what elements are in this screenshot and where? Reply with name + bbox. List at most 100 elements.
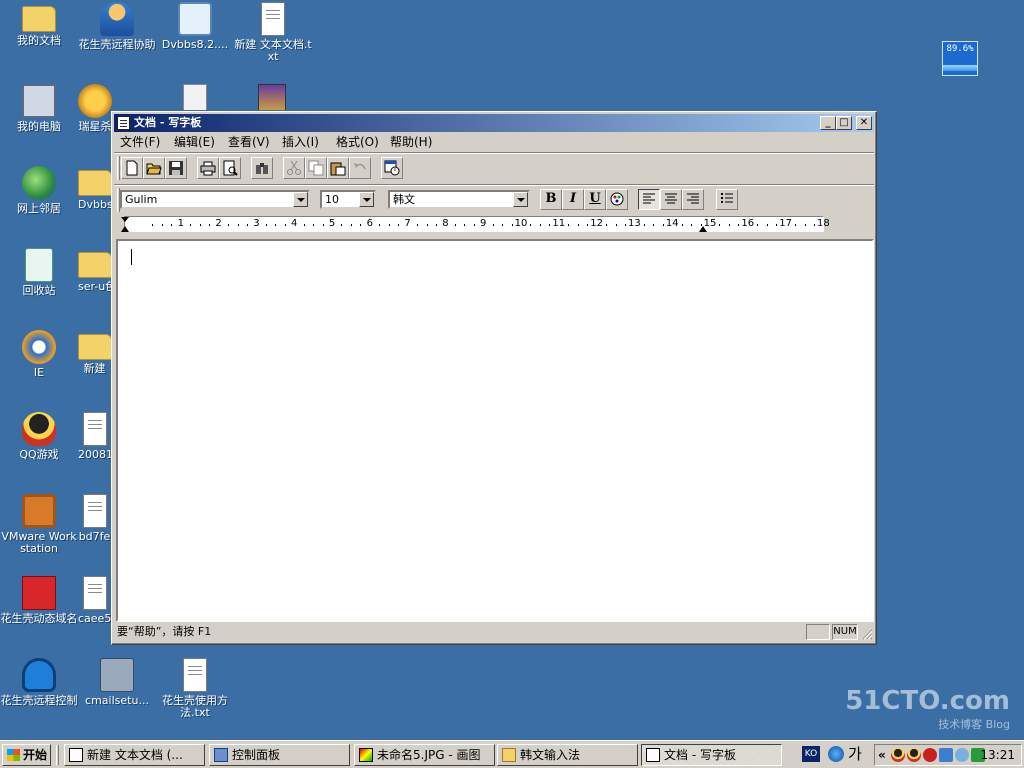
ime-indicator[interactable]: KO	[802, 746, 820, 762]
network-tray-icon[interactable]	[939, 748, 953, 762]
desktop-icon-new-folder[interactable]: 新建	[78, 330, 111, 375]
task-wordpad[interactable]: 文档 - 写字板	[641, 744, 782, 766]
desktop-icon-label: IE	[33, 366, 45, 379]
print-preview-button[interactable]	[219, 157, 241, 179]
close-button[interactable]: ✕	[856, 116, 872, 130]
desktop-icon-vmware[interactable]: VMware Workstation	[0, 494, 78, 555]
desktop-icon-my-computer[interactable]: 我的电脑	[0, 84, 78, 133]
desktop-icon-2008-file[interactable]: 20081	[78, 412, 111, 461]
desktop-icon-label: cmailsetu...	[85, 694, 149, 707]
desktop-icon-my-documents[interactable]: 我的文档	[0, 2, 78, 47]
copy-button[interactable]	[305, 157, 327, 179]
wordpad-app-icon[interactable]	[117, 116, 130, 130]
desktop-icon-ie[interactable]: IE	[0, 330, 78, 379]
chevron-down-icon[interactable]	[359, 192, 374, 207]
title-bar[interactable]: 文档 - 写字板 _ □ ✕	[114, 114, 874, 132]
menu-view[interactable]: 查看(V)	[228, 135, 270, 150]
ruler-tick	[454, 224, 456, 226]
resize-grip-icon[interactable]	[861, 628, 873, 640]
cut-button[interactable]	[283, 157, 305, 179]
tray-expand-chevron-icon[interactable]: «	[878, 745, 886, 765]
paint-icon	[359, 748, 373, 762]
ruler[interactable]: 1 2 3 4 5 6 7 8 9 10 11 12 13 14 15 16 17 18	[121, 216, 830, 232]
ruler-number: 4	[291, 218, 298, 229]
menu-edit[interactable]: 编辑(E)	[174, 135, 215, 150]
menu-help[interactable]: 帮助(H)	[390, 135, 432, 150]
font-size-select[interactable]: 10	[320, 190, 376, 209]
left-indent-icon[interactable]	[121, 226, 129, 232]
desktop-icon-recycle-bin[interactable]: 回收站	[0, 248, 78, 297]
toolbar-grip[interactable]	[117, 156, 120, 180]
task-new-text-document[interactable]: 新建 文本文档 (...	[64, 744, 205, 766]
align-left-button[interactable]	[638, 189, 660, 210]
bullets-button[interactable]	[716, 189, 738, 210]
antivirus-tray-icon[interactable]	[923, 748, 937, 762]
save-button[interactable]	[165, 157, 187, 179]
maximize-button[interactable]: □	[836, 116, 852, 130]
task-control-panel[interactable]: 控制面板	[209, 744, 350, 766]
watermark-sub: 技术博客 Blog	[938, 718, 1010, 731]
new-document-icon	[126, 160, 138, 176]
task-korean-ime-folder[interactable]: 韩文输入法	[497, 744, 638, 766]
font-name-select[interactable]: Gulim	[120, 190, 310, 209]
ime-globe-icon[interactable]	[828, 746, 844, 762]
desktop-icon-qq-games[interactable]: QQ游戏	[0, 412, 78, 461]
desktop-icon-remote-control[interactable]: 花生壳远程控制	[0, 658, 78, 707]
ruler-tick	[322, 224, 324, 226]
start-button[interactable]: 开始	[2, 744, 51, 766]
qq-tray-icon-2[interactable]	[907, 748, 921, 762]
desktop-icon-dvbbs-archive[interactable]: Dvbbs8.2....	[156, 2, 234, 51]
find-button[interactable]	[251, 157, 273, 179]
italic-button[interactable]: I	[562, 189, 584, 210]
desktop-icon-archive[interactable]	[255, 84, 289, 110]
desktop-icon-dynamic-dns[interactable]: 花生壳动态域名	[0, 576, 78, 625]
desktop-icon-rising-antivirus[interactable]: 瑞星杀	[78, 84, 112, 133]
print-button[interactable]	[197, 157, 219, 179]
desktop-icon-caee5-file[interactable]: caee5	[78, 576, 111, 625]
minimize-button[interactable]: _	[820, 116, 836, 130]
chevron-down-icon[interactable]	[513, 192, 528, 207]
menu-insert[interactable]: 插入(I)	[282, 135, 319, 150]
open-button[interactable]	[143, 157, 165, 179]
first-line-indent-icon[interactable]	[121, 217, 129, 222]
file-icon	[82, 494, 107, 528]
desktop-icon-cmail-setup[interactable]: cmailsetu...	[78, 658, 156, 707]
performance-meter-widget[interactable]: 89.6%	[942, 41, 978, 76]
color-button[interactable]	[606, 189, 628, 210]
undo-button[interactable]	[349, 157, 371, 179]
ruler-tick	[577, 224, 579, 226]
ruler-number: 18	[817, 218, 830, 229]
clock[interactable]: 13:21	[980, 745, 1015, 765]
script-select[interactable]: 韩文	[388, 190, 530, 209]
desktop-icon-image-file[interactable]	[178, 84, 212, 110]
desktop-icon-remote-assist[interactable]: 花生壳远程协助	[78, 2, 156, 51]
network-globe-icon	[22, 166, 56, 200]
ruler-tick	[246, 224, 248, 226]
menu-format[interactable]: 格式(O)	[336, 135, 379, 150]
meter-wave-graphic	[943, 65, 977, 71]
desktop-icon-network-places[interactable]: 网上邻居	[0, 166, 78, 215]
volume-tray-icon[interactable]	[955, 748, 969, 762]
underline-button[interactable]: U	[584, 189, 606, 210]
taskbar-grip[interactable]	[56, 745, 59, 765]
qq-tray-icon[interactable]	[891, 748, 905, 762]
align-right-button[interactable]	[682, 189, 704, 210]
desktop-icon-dvbbs-folder[interactable]: Dvbbs	[78, 166, 111, 211]
chevron-down-icon[interactable]	[293, 192, 308, 207]
desktop-icon-serv-u-folder[interactable]: ser-u色版	[78, 248, 111, 293]
desktop-icon-bd7fe-file[interactable]: bd7fe	[78, 494, 111, 543]
ruler-number: 1	[177, 218, 184, 229]
paste-button[interactable]	[327, 157, 349, 179]
menu-file[interactable]: 文件(F)	[120, 135, 160, 150]
document-editor[interactable]	[116, 239, 874, 622]
align-center-button[interactable]	[660, 189, 682, 210]
ruler-number: 13	[628, 218, 641, 229]
desktop-icon-usage-txt[interactable]: 花生壳使用方法.txt	[156, 658, 234, 719]
new-button[interactable]	[121, 157, 143, 179]
bold-button[interactable]: B	[540, 189, 562, 210]
ruler-tick	[813, 224, 815, 226]
insert-datetime-button[interactable]	[381, 157, 403, 179]
desktop-icon-new-text-doc[interactable]: 新建 文本文档.txt	[234, 2, 312, 63]
task-paint[interactable]: 未命名5.JPG - 画图	[354, 744, 495, 766]
ime-hangul-toggle[interactable]: 가	[848, 746, 864, 762]
